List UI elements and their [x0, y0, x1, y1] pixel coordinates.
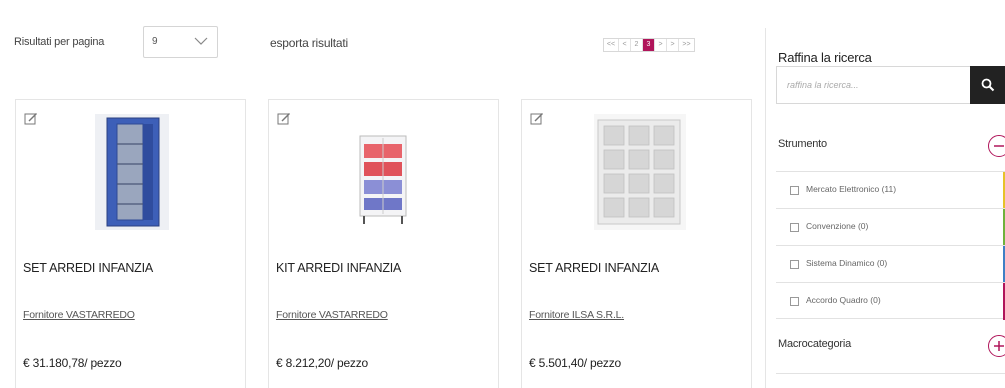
- plus-icon: [994, 341, 1004, 351]
- product-supplier-link[interactable]: Fornitore VASTARREDO: [23, 309, 135, 321]
- page-first-button[interactable]: <<: [604, 39, 619, 51]
- minus-icon: [994, 145, 1004, 147]
- page-last-button[interactable]: >>: [679, 39, 694, 51]
- checkbox[interactable]: [790, 297, 799, 306]
- page-next2-button[interactable]: >: [667, 39, 679, 51]
- checkbox[interactable]: [790, 260, 799, 269]
- product-card[interactable]: SET ARREDI INFANZIA Fornitore ILSA S.R.L…: [521, 99, 752, 388]
- page-3-button-current[interactable]: 3: [643, 39, 655, 51]
- product-price: € 5.501,40/ pezzo: [529, 356, 622, 370]
- facet-title-strumento[interactable]: Strumento: [778, 138, 827, 150]
- product-image-shelf-unit[interactable]: [356, 130, 410, 226]
- page-2-button[interactable]: 2: [631, 39, 643, 51]
- page-prev-button[interactable]: <: [619, 39, 631, 51]
- refine-search-input[interactable]: [777, 67, 957, 103]
- product-image-cabinet[interactable]: [95, 114, 169, 230]
- product-title[interactable]: SET ARREDI INFANZIA: [529, 261, 659, 275]
- results-per-page-value: 9: [152, 36, 158, 47]
- product-price: € 8.212,20/ pezzo: [276, 356, 369, 370]
- facet-option-label: Convenzione (0): [806, 221, 869, 231]
- facet-option[interactable]: Mercato Elettronico (11): [776, 171, 1005, 209]
- refine-search-box: [776, 66, 970, 104]
- search-button[interactable]: [970, 66, 1005, 104]
- product-price: € 31.180,78/ pezzo: [23, 356, 122, 370]
- product-title[interactable]: SET ARREDI INFANZIA: [23, 261, 153, 275]
- divider: [776, 373, 1005, 374]
- facet-option-label: Mercato Elettronico (11): [806, 184, 897, 194]
- chevron-down-icon: [194, 37, 208, 45]
- sidebar-title: Raffina la ricerca: [778, 50, 872, 65]
- page-next-button[interactable]: >: [655, 39, 667, 51]
- product-supplier-link[interactable]: Fornitore ILSA S.R.L.: [529, 309, 624, 321]
- results-per-page-select[interactable]: 9: [143, 26, 218, 58]
- results-per-page-label: Risultati per pagina: [14, 36, 105, 48]
- pagination: << < 2 3 > > >>: [603, 38, 695, 52]
- facet-title-macrocategoria[interactable]: Macrocategoria: [778, 338, 851, 350]
- expand-facet-button[interactable]: [988, 335, 1005, 357]
- facet-options-strumento: Mercato Elettronico (11) Convenzione (0)…: [776, 171, 1005, 320]
- refine-search-sidebar: Raffina la ricerca Strumento Mercato Ele…: [765, 28, 1005, 388]
- edit-icon[interactable]: [530, 112, 544, 126]
- product-card[interactable]: SET ARREDI INFANZIA Fornitore VASTARREDO…: [15, 99, 246, 388]
- checkbox[interactable]: [790, 223, 799, 232]
- collapse-facet-button[interactable]: [988, 135, 1005, 157]
- facet-option[interactable]: Sistema Dinamico (0): [776, 245, 1005, 283]
- product-card[interactable]: KIT ARREDI INFANZIA Fornitore VASTARREDO…: [268, 99, 499, 388]
- checkbox[interactable]: [790, 186, 799, 195]
- facet-option-label: Accordo Quadro (0): [806, 295, 881, 305]
- facet-option-label: Sistema Dinamico (0): [806, 258, 888, 268]
- edit-icon[interactable]: [24, 112, 38, 126]
- edit-icon[interactable]: [277, 112, 291, 126]
- results-toolbar: Risultati per pagina 9 esporta risultati…: [0, 0, 760, 80]
- product-image-cubby-unit[interactable]: [594, 114, 686, 230]
- export-results-link[interactable]: esporta risultati: [270, 36, 348, 50]
- product-title[interactable]: KIT ARREDI INFANZIA: [276, 261, 401, 275]
- product-supplier-link[interactable]: Fornitore VASTARREDO: [276, 309, 388, 321]
- facet-option[interactable]: Convenzione (0): [776, 208, 1005, 246]
- search-icon: [981, 78, 995, 92]
- facet-option[interactable]: Accordo Quadro (0): [776, 282, 1005, 320]
